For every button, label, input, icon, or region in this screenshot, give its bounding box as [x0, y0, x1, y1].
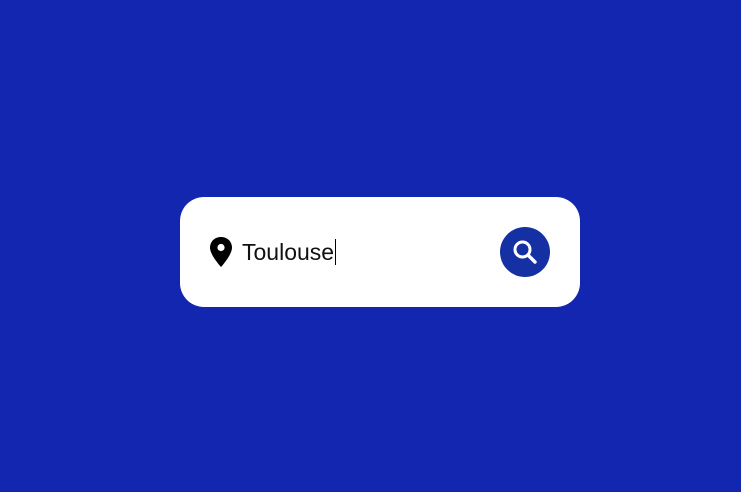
search-button[interactable]: [500, 227, 550, 277]
text-caret: [335, 239, 337, 265]
location-input-value: Toulouse: [242, 238, 335, 265]
map-pin-icon: [209, 237, 233, 267]
search-icon: [513, 240, 537, 264]
location-input[interactable]: Toulouse: [242, 235, 542, 269]
search-card: Toulouse: [180, 197, 580, 307]
